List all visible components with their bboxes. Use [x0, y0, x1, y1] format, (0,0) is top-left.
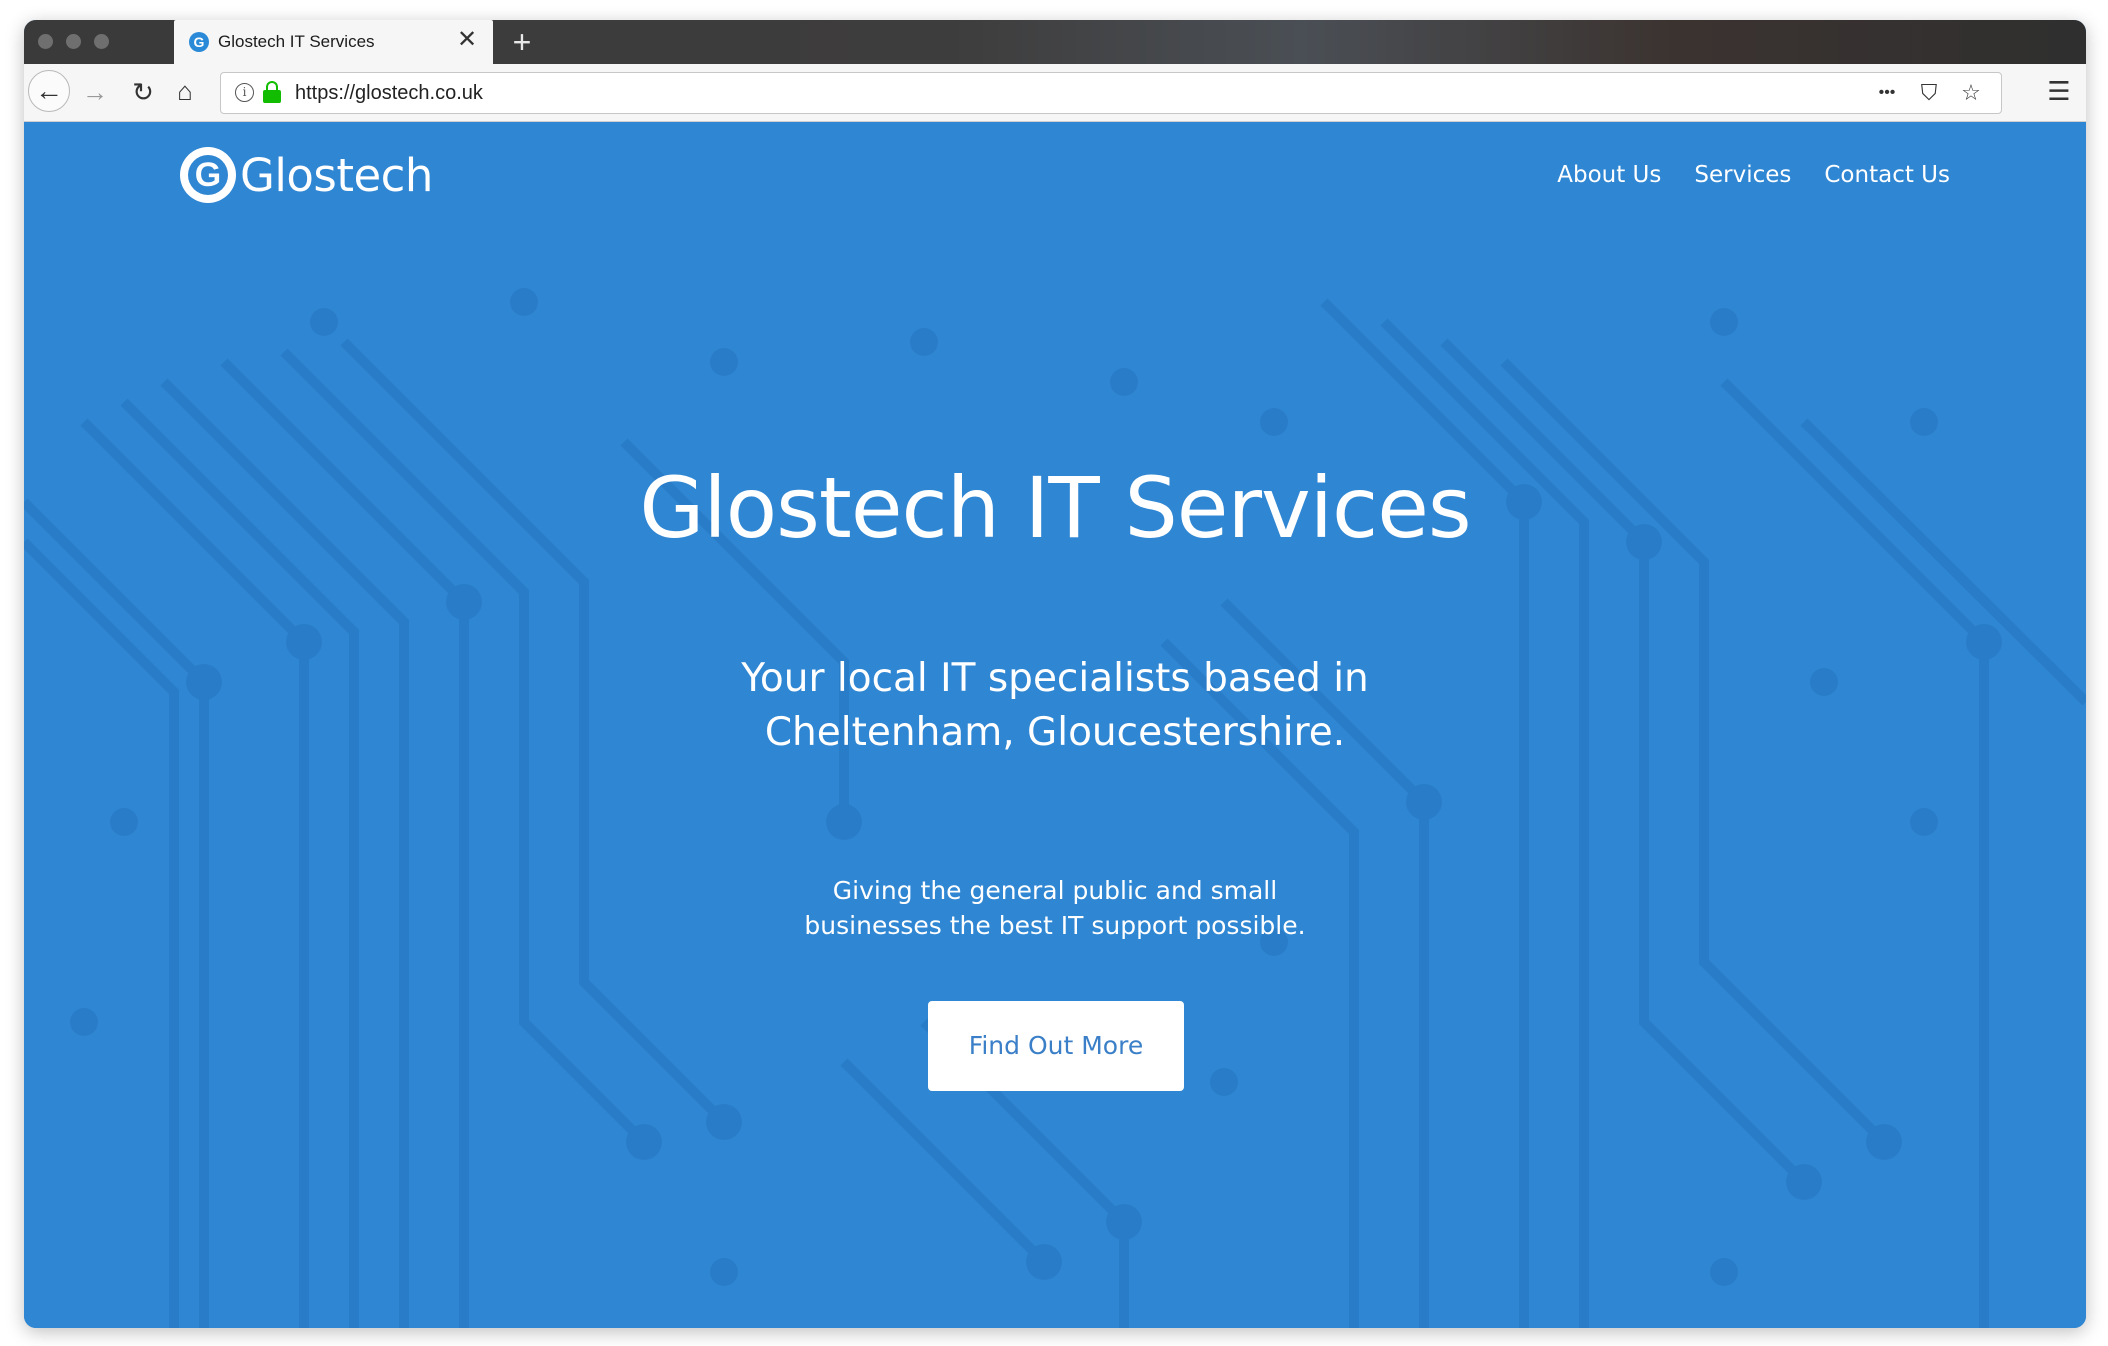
- site-logo[interactable]: G Glostech: [180, 146, 433, 204]
- forward-button[interactable]: →: [78, 75, 112, 109]
- nav-link-services[interactable]: Services: [1694, 162, 1791, 188]
- hamburger-menu-icon[interactable]: ☰: [2042, 74, 2076, 108]
- page-actions-icon[interactable]: •••: [1873, 79, 1901, 107]
- back-button[interactable]: ←: [28, 70, 70, 112]
- browser-window: G Glostech IT Services ✕ + ← → ↻ ⌂ i htt…: [24, 20, 2086, 1328]
- new-tab-button[interactable]: +: [504, 24, 540, 60]
- hero-title: Glostech IT Services: [639, 459, 1471, 557]
- home-button[interactable]: ⌂: [168, 74, 202, 108]
- logo-mark-glyph: G: [188, 155, 228, 195]
- lock-body: [263, 90, 281, 103]
- reload-button[interactable]: ↻: [126, 75, 160, 109]
- logo-text: Glostech: [240, 148, 433, 202]
- site-navigation: About Us Services Contact Us: [1557, 162, 1950, 188]
- close-window-icon[interactable]: [38, 34, 53, 49]
- find-out-more-button[interactable]: Find Out More: [928, 1001, 1184, 1091]
- favicon-icon: G: [189, 32, 209, 52]
- zoom-window-icon[interactable]: [94, 34, 109, 49]
- pocket-icon[interactable]: ⛉: [1915, 79, 1943, 107]
- minimize-window-icon[interactable]: [66, 34, 81, 49]
- bookmark-star-icon[interactable]: ☆: [1957, 79, 1985, 107]
- url-actions: ••• ⛉ ☆: [1873, 79, 1985, 107]
- url-text[interactable]: https://glostech.co.uk: [295, 82, 483, 105]
- web-page: G Glostech About Us Services Contact Us …: [24, 122, 2086, 1328]
- navigation-toolbar: ← → ↻ ⌂ i https://glostech.co.uk ••• ⛉ ☆…: [24, 64, 2086, 122]
- lock-icon[interactable]: [263, 81, 281, 105]
- logo-mark-icon: G: [180, 147, 236, 203]
- tab-glostech[interactable]: G Glostech IT Services ✕: [174, 20, 493, 64]
- tab-title: Glostech IT Services: [218, 32, 375, 51]
- close-tab-icon[interactable]: ✕: [455, 28, 479, 52]
- url-bar[interactable]: i https://glostech.co.uk ••• ⛉ ☆: [220, 72, 2002, 114]
- info-icon[interactable]: i: [235, 83, 254, 102]
- hero-subtitle: Your local IT specialists based in Chelt…: [741, 656, 1369, 755]
- hero-text: Giving the general public and small busi…: [804, 876, 1306, 940]
- nav-link-about-us[interactable]: About Us: [1557, 162, 1661, 188]
- tab-bar: G Glostech IT Services ✕ +: [24, 20, 2086, 64]
- nav-link-contact-us[interactable]: Contact Us: [1824, 162, 1950, 188]
